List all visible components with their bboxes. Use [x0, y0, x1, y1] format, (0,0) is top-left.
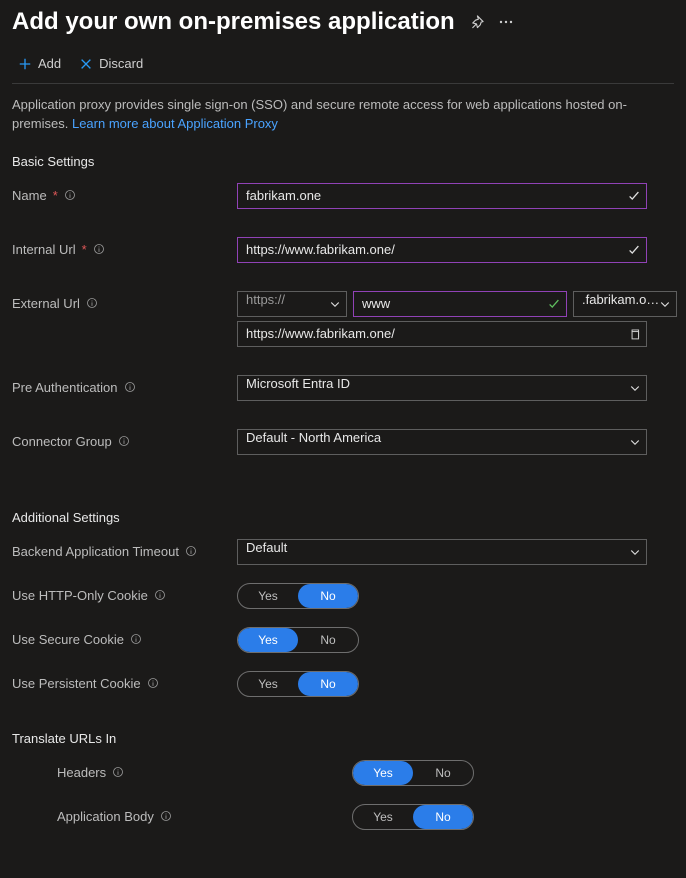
toggle-yes[interactable]: Yes — [238, 584, 298, 608]
info-icon[interactable] — [112, 766, 124, 778]
discard-button[interactable]: Discard — [79, 56, 143, 71]
required-mark: * — [53, 188, 58, 203]
name-label: Name — [12, 188, 47, 203]
headers-label: Headers — [57, 765, 106, 780]
internal-url-input[interactable] — [237, 237, 647, 263]
external-url-readonly[interactable] — [237, 321, 647, 347]
application-body-label: Application Body — [57, 809, 154, 824]
info-icon[interactable] — [185, 545, 197, 557]
info-icon[interactable] — [160, 810, 172, 822]
info-icon[interactable] — [147, 677, 159, 689]
plus-icon — [18, 57, 32, 71]
translate-body-toggle[interactable]: Yes No — [352, 804, 474, 830]
translate-heading: Translate URLs In — [12, 731, 674, 746]
toggle-yes[interactable]: Yes — [353, 805, 413, 829]
name-input[interactable] — [237, 183, 647, 209]
external-subdomain-input[interactable] — [353, 291, 567, 317]
toggle-yes[interactable]: Yes — [238, 628, 298, 652]
toggle-no[interactable]: No — [413, 805, 473, 829]
httponly-toggle[interactable]: Yes No — [237, 583, 359, 609]
info-icon[interactable] — [93, 243, 105, 255]
chevron-down-icon — [329, 298, 341, 310]
connector-group-label: Connector Group — [12, 434, 112, 449]
timeout-label: Backend Application Timeout — [12, 544, 179, 559]
page-title: Add your own on-premises application — [12, 8, 455, 36]
secure-cookie-toggle[interactable]: Yes No — [237, 627, 359, 653]
external-url-label: External Url — [12, 296, 80, 311]
timeout-select[interactable]: Default — [237, 539, 647, 565]
toggle-no[interactable]: No — [413, 761, 473, 785]
info-icon[interactable] — [118, 435, 130, 447]
learn-more-link[interactable]: Learn more about Application Proxy — [72, 116, 278, 131]
additional-settings-heading: Additional Settings — [12, 510, 674, 525]
chevron-down-icon — [629, 436, 641, 448]
add-button[interactable]: Add — [18, 56, 61, 71]
httponly-label: Use HTTP-Only Cookie — [12, 588, 148, 603]
info-icon[interactable] — [130, 633, 142, 645]
add-label: Add — [38, 56, 61, 71]
persistent-cookie-toggle[interactable]: Yes No — [237, 671, 359, 697]
toggle-no[interactable]: No — [298, 672, 358, 696]
secure-cookie-label: Use Secure Cookie — [12, 632, 124, 647]
preauth-label: Pre Authentication — [12, 380, 118, 395]
chevron-down-icon — [629, 382, 641, 394]
persistent-cookie-label: Use Persistent Cookie — [12, 676, 141, 691]
close-icon — [79, 57, 93, 71]
info-icon[interactable] — [64, 189, 76, 201]
toggle-no[interactable]: No — [298, 584, 358, 608]
required-mark: * — [82, 242, 87, 257]
info-icon[interactable] — [154, 589, 166, 601]
toggle-yes[interactable]: Yes — [353, 761, 413, 785]
toggle-no[interactable]: No — [298, 628, 358, 652]
pin-icon[interactable] — [469, 15, 484, 30]
internal-url-label: Internal Url — [12, 242, 76, 257]
intro-text: Application proxy provides single sign-o… — [12, 96, 674, 134]
copy-icon[interactable] — [628, 327, 641, 340]
discard-label: Discard — [99, 56, 143, 71]
basic-settings-heading: Basic Settings — [12, 154, 674, 169]
info-icon[interactable] — [86, 297, 98, 309]
command-bar: Add Discard — [12, 46, 674, 84]
translate-headers-toggle[interactable]: Yes No — [352, 760, 474, 786]
more-icon[interactable] — [498, 14, 514, 30]
preauth-select[interactable]: Microsoft Entra ID — [237, 375, 647, 401]
connector-group-select[interactable]: Default - North America — [237, 429, 647, 455]
chevron-down-icon — [629, 546, 641, 558]
info-icon[interactable] — [124, 381, 136, 393]
toggle-yes[interactable]: Yes — [238, 672, 298, 696]
chevron-down-icon — [659, 298, 671, 310]
